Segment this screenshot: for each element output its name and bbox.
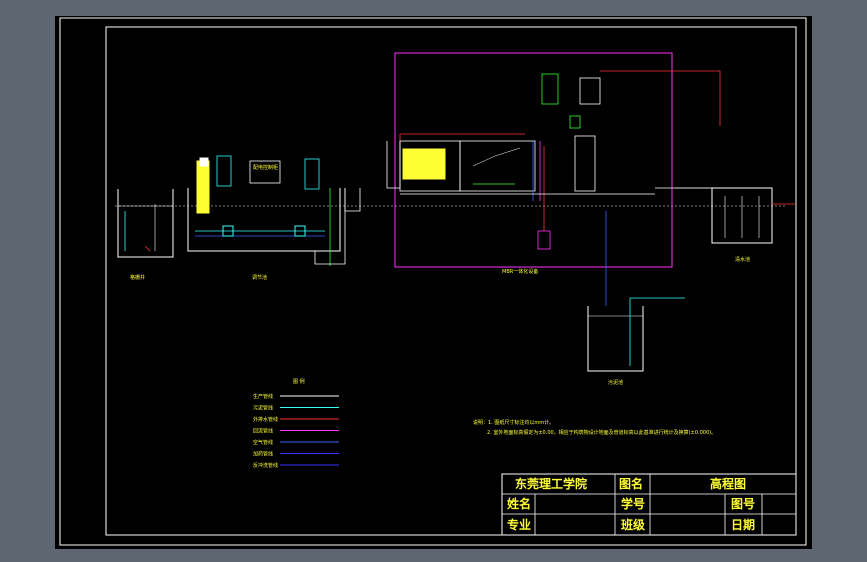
legend-item-label: 外排水管线: [253, 416, 278, 423]
title-block: 东莞理工学院 图名 高程图 姓名 学号 图号 专业 班级 日期: [501, 473, 797, 536]
pump: [537, 230, 551, 250]
elevation-drawing: 格栅井 配电控制柜 调节池 MBR一体化设备 清水池 污泥池 图 例 生产管线污…: [59, 17, 807, 546]
adjust-tank-label: 调节池: [252, 274, 267, 281]
inner-frame: [105, 26, 797, 536]
mbr-unit: [386, 70, 721, 250]
drawing-name-label: 图名: [619, 476, 643, 491]
mbr-label: MBR一体化设备: [502, 268, 538, 275]
major-label: 专业: [507, 517, 531, 532]
legend-item-label: 反冲洗管线: [253, 462, 278, 469]
clear-tank-label: 清水池: [735, 256, 750, 263]
date-label: 日期: [731, 517, 755, 532]
outer-frame: [59, 17, 807, 546]
sludge-tank-label: 污泥池: [608, 379, 623, 386]
grille-well: 格栅井: [117, 189, 174, 281]
control-box-label: 配电控制柜: [253, 164, 278, 171]
legend-item-label: 回流管线: [253, 428, 273, 435]
legend-title: 图 例: [293, 378, 305, 385]
legend-item-label: 加药管线: [253, 451, 273, 458]
drawing-no-label: 图号: [731, 496, 755, 511]
class-label: 班级: [621, 517, 645, 532]
drawing-name: 高程图: [710, 476, 746, 491]
clear-tank: 清水池: [711, 187, 795, 263]
legend-item-label: 污泥管线: [253, 405, 273, 412]
school-name: 东莞理工学院: [515, 476, 587, 491]
legend-item-label: 空气管线: [253, 439, 273, 446]
adjust-tank: 配电控制柜 调节池: [187, 155, 346, 281]
drawing-viewport: 格栅井 配电控制柜 调节池 MBR一体化设备 清水池 污泥池 图 例 生产管线 …: [55, 16, 812, 549]
legend-item-label: 生产管线: [253, 393, 273, 400]
name-label: 姓名: [507, 496, 531, 511]
note-line-2: 2. 室外地面标高假定为±0.00，相应于构筑物设计地面及管道标高以此基准进行统…: [487, 429, 716, 436]
legend: 图 例 生产管线污泥管线外排水管线回流管线空气管线加药管线反冲洗管线: [253, 378, 339, 469]
grille-well-label: 格栅井: [130, 274, 145, 281]
note-line-1: 说明：1. 图纸尺寸标注均以mm计。: [473, 419, 554, 426]
media-bed: [402, 148, 446, 180]
grille-screen: [196, 160, 210, 214]
student-id-label: 学号: [621, 496, 645, 511]
sludge-tank: 污泥池: [587, 211, 685, 386]
